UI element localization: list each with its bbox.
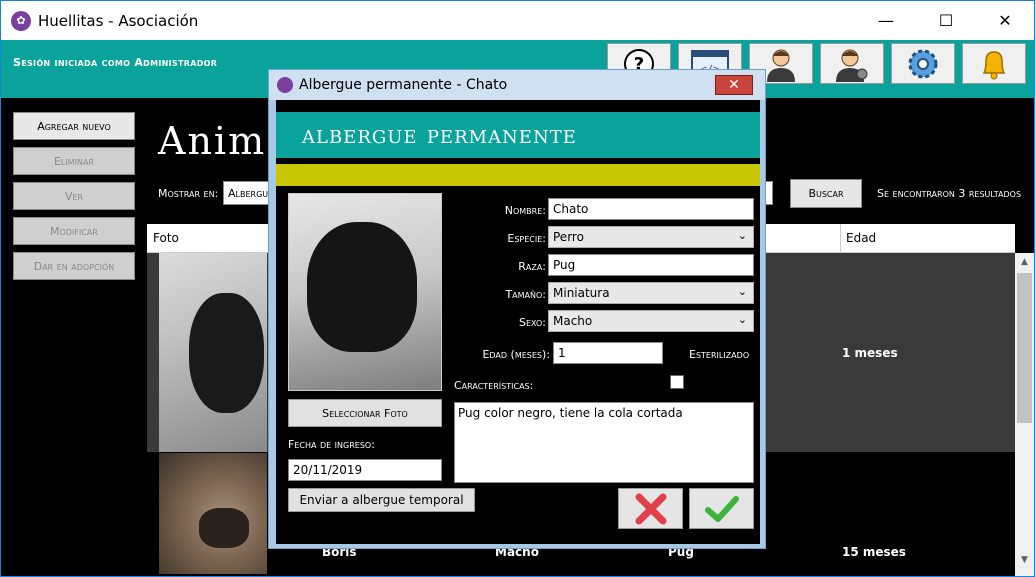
chevron-down-icon: ⌄ — [737, 313, 747, 326]
species-select[interactable]: Perro ⌄ — [548, 226, 754, 248]
dialog-close-button[interactable]: ✕ — [715, 75, 753, 95]
paw-icon — [277, 77, 293, 93]
breed-field[interactable]: Pug — [548, 254, 754, 276]
accept-button[interactable] — [689, 488, 754, 529]
results-count: Se encontraron 3 resultados — [877, 187, 1022, 200]
name-label: Nombre: — [504, 204, 546, 217]
sex-value: Macho — [553, 314, 593, 328]
age-cell: 15 meses — [842, 545, 906, 559]
paw-icon: ✿ — [11, 10, 31, 31]
show-in-label: Mostrar en: — [158, 187, 219, 200]
dialog-title-bar: Albergue permanente - Chato ✕ — [269, 70, 765, 100]
breed-label: Raza: — [518, 260, 546, 273]
edit-dialog: Albergue permanente - Chato ✕ albergue p… — [268, 69, 766, 549]
view-button[interactable]: Ver — [13, 182, 135, 210]
column-age: Edad — [846, 231, 877, 245]
select-photo-button[interactable]: Seleccionar Foto — [288, 399, 442, 427]
add-new-button[interactable]: Agregar nuevo — [13, 112, 135, 140]
scroll-down-icon[interactable]: ▼ — [1015, 551, 1034, 569]
date-label: Fecha de ingreso: — [288, 438, 375, 451]
notifications-button[interactable] — [962, 43, 1026, 84]
animal-photo — [288, 193, 442, 391]
vertical-scrollbar[interactable]: ▲ ▼ — [1015, 253, 1034, 576]
accent-strip — [276, 164, 760, 186]
minimize-button[interactable]: — — [856, 1, 916, 40]
checkmark-icon — [704, 495, 739, 522]
size-select[interactable]: Miniatura ⌄ — [548, 282, 754, 304]
user-settings-button[interactable] — [820, 43, 884, 84]
age-label: Edad (meses): — [482, 348, 550, 361]
species-value: Perro — [553, 230, 584, 244]
dog-silhouette — [189, 293, 264, 413]
sex-select[interactable]: Macho ⌄ — [548, 310, 754, 332]
title-bar: ✿ Huellitas - Asociación — ☐ ✕ — [1, 1, 1034, 40]
scroll-up-icon[interactable]: ▲ — [1015, 253, 1034, 271]
characteristics-field[interactable]: Pug color negro, tiene la cola cortada — [454, 402, 754, 483]
session-label: Sesión iniciada como Administrador — [13, 56, 218, 69]
chevron-down-icon: ⌄ — [737, 285, 747, 298]
characteristics-label: Características: — [454, 379, 534, 392]
sex-label: Sexo: — [518, 316, 546, 329]
sterilized-label: Esterilizado — [689, 348, 750, 361]
dialog-banner: albergue permanente — [276, 112, 760, 158]
column-photo: Foto — [153, 231, 179, 245]
animal-photo — [159, 253, 267, 452]
gear-icon — [908, 49, 938, 78]
dialog-body: albergue permanente Seleccionar Foto Fec… — [276, 100, 760, 544]
delete-button[interactable]: Eliminar — [13, 147, 135, 175]
maximize-button[interactable]: ☐ — [916, 1, 976, 40]
send-temporary-button[interactable]: Enviar a albergue temporal — [288, 488, 475, 512]
cancel-button[interactable] — [618, 488, 683, 529]
column-divider — [840, 224, 841, 253]
species-label: Especie: — [507, 232, 546, 245]
bell-icon — [982, 50, 1006, 79]
close-button[interactable]: ✕ — [975, 1, 1034, 40]
banner-title: albergue permanente — [302, 120, 577, 150]
user-settings-icon — [836, 49, 868, 82]
chevron-down-icon: ⌄ — [737, 229, 747, 242]
cancel-x-icon — [635, 493, 666, 524]
settings-button[interactable] — [891, 43, 955, 84]
age-field[interactable]: 1 — [553, 342, 663, 364]
age-cell: 1 meses — [842, 346, 898, 360]
window-title: Huellitas - Asociación — [38, 11, 199, 30]
size-value: Miniatura — [553, 286, 610, 300]
name-field[interactable]: Chato — [548, 198, 754, 220]
size-label: Tamaño: — [505, 288, 546, 301]
adopt-button[interactable]: Dar en adopción — [13, 252, 135, 280]
modify-button[interactable]: Modificar — [13, 217, 135, 245]
sterilized-checkbox[interactable] — [670, 375, 684, 389]
animal-photo — [159, 453, 267, 574]
dog-silhouette — [307, 222, 417, 352]
user-icon — [767, 49, 795, 82]
date-field[interactable]: 20/11/2019 — [288, 459, 442, 481]
dog-muzzle — [199, 508, 249, 548]
search-button[interactable]: Buscar — [790, 179, 862, 208]
dialog-title: Albergue permanente - Chato — [299, 77, 508, 93]
scroll-thumb[interactable] — [1017, 273, 1032, 423]
